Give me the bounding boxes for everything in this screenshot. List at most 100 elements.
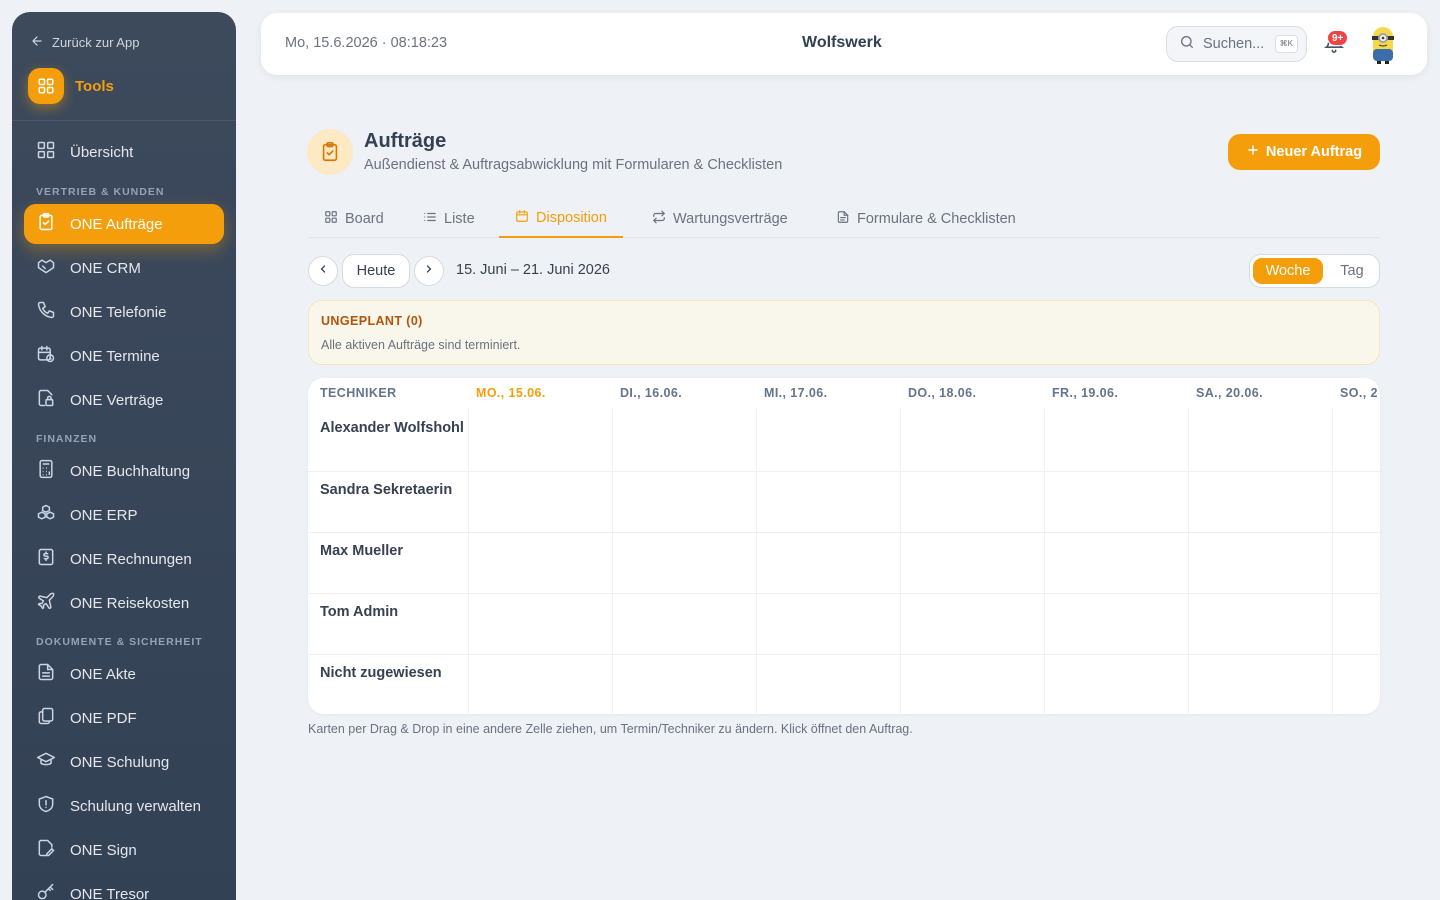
tools-header[interactable]: Tools xyxy=(28,68,114,104)
next-week-button[interactable] xyxy=(414,256,444,286)
tab-label: Disposition xyxy=(536,210,607,226)
drag-drop-hint: Karten per Drag & Drop in eine andere Ze… xyxy=(308,722,913,736)
tab-bar: Board Liste Disposition Wartungsverträge… xyxy=(308,200,1380,238)
schedule-cell[interactable] xyxy=(756,655,900,714)
schedule-cell[interactable] xyxy=(900,472,1044,533)
schedule-cell[interactable] xyxy=(756,472,900,533)
schedule-cell[interactable] xyxy=(1044,533,1188,594)
clipboard-check-icon xyxy=(307,129,353,175)
grid-icon xyxy=(324,210,338,228)
schedule-cell[interactable] xyxy=(612,655,756,714)
sidebar-item-contracts[interactable]: ONE Verträge xyxy=(24,380,224,420)
sidebar-item-travel-expenses[interactable]: ONE Reisekosten xyxy=(24,583,224,623)
sidebar-item-telephony[interactable]: ONE Telefonie xyxy=(24,292,224,332)
chevron-right-icon xyxy=(423,262,435,280)
technician-name: Alexander Wolfshohl xyxy=(320,420,464,436)
unplanned-title: UNGEPLANT (0) xyxy=(321,314,423,328)
file-lock-icon xyxy=(36,388,56,412)
schedule-cell[interactable] xyxy=(756,533,900,594)
avatar[interactable] xyxy=(1363,23,1403,65)
schedule-cell[interactable] xyxy=(900,655,1044,714)
sidebar-item-orders[interactable]: ONE Aufträge xyxy=(24,204,224,244)
schedule-cell[interactable] xyxy=(468,472,612,533)
schedule-cell[interactable] xyxy=(900,594,1044,655)
boxes-icon xyxy=(36,503,56,527)
view-day-button[interactable]: Tag xyxy=(1330,258,1374,284)
sidebar-item-label: ONE Sign xyxy=(70,841,137,859)
schedule-cell[interactable] xyxy=(612,594,756,655)
sidebar-item-crm[interactable]: ONE CRM xyxy=(24,248,224,288)
technician-row: Sandra Sekretaerin xyxy=(308,471,1380,533)
sidebar-item-manage-training[interactable]: Schulung verwalten xyxy=(24,786,224,826)
sidebar-item-erp[interactable]: ONE ERP xyxy=(24,495,224,535)
sidebar-item-records[interactable]: ONE Akte xyxy=(24,654,224,694)
view-week-button[interactable]: Woche xyxy=(1253,258,1323,284)
schedule-cell[interactable] xyxy=(1044,410,1188,471)
technician-row: Tom Admin xyxy=(308,593,1380,655)
schedule-cell[interactable] xyxy=(1188,472,1332,533)
schedule-cell[interactable] xyxy=(1044,594,1188,655)
view-toggle: Woche Tag xyxy=(1249,254,1380,288)
sidebar-item-invoices[interactable]: ONE Rechnungen xyxy=(24,539,224,579)
sidebar-item-pdf[interactable]: ONE PDF xyxy=(24,698,224,738)
schedule-cell[interactable] xyxy=(468,533,612,594)
schedule-cell[interactable] xyxy=(1044,472,1188,533)
column-header-day: MO., 15.06. xyxy=(476,386,546,400)
tab-disposition[interactable]: Disposition xyxy=(499,200,623,238)
sidebar-item-sign[interactable]: ONE Sign xyxy=(24,830,224,870)
page-subtitle: Außendienst & Auftragsabwicklung mit For… xyxy=(364,157,783,173)
schedule-cell[interactable] xyxy=(1188,410,1332,471)
notification-badge: 9+ xyxy=(1327,30,1349,46)
sidebar-item-vault[interactable]: ONE Tresor xyxy=(24,874,224,900)
schedule-cell[interactable] xyxy=(1188,655,1332,714)
search-input[interactable]: Suchen... ⌘K xyxy=(1166,26,1307,62)
schedule-cell[interactable] xyxy=(900,410,1044,471)
today-button[interactable]: Heute xyxy=(342,254,410,288)
grid-icon xyxy=(28,68,64,104)
sidebar-divider xyxy=(12,120,236,121)
sidebar-item-label: Schulung verwalten xyxy=(70,797,201,815)
schedule-cell[interactable] xyxy=(1332,472,1380,533)
schedule-cell[interactable] xyxy=(900,533,1044,594)
schedule-cell[interactable] xyxy=(468,594,612,655)
schedule-cell[interactable] xyxy=(1332,655,1380,714)
tools-label: Tools xyxy=(75,77,114,95)
schedule-cell[interactable] xyxy=(1332,533,1380,594)
schedule-cell[interactable] xyxy=(1188,594,1332,655)
sidebar-item-label: ONE Schulung xyxy=(70,753,170,771)
technician-row: Max Mueller xyxy=(308,532,1380,594)
repeat-icon xyxy=(652,210,666,228)
tab-board[interactable]: Board xyxy=(324,200,384,238)
sidebar-item-training[interactable]: ONE Schulung xyxy=(24,742,224,782)
tab-maintenance-contracts[interactable]: Wartungsverträge xyxy=(652,200,788,238)
tab-label: Formulare & Checklisten xyxy=(857,211,1016,227)
unplanned-panel: UNGEPLANT (0) Alle aktiven Aufträge sind… xyxy=(308,300,1380,365)
new-order-button[interactable]: Neuer Auftrag xyxy=(1228,134,1380,170)
new-order-label: Neuer Auftrag xyxy=(1265,144,1363,160)
unplanned-text: Alle aktiven Aufträge sind terminiert. xyxy=(321,338,521,352)
tab-forms-checklists[interactable]: Formulare & Checklisten xyxy=(836,200,1016,238)
sidebar-item-label: ONE CRM xyxy=(70,259,141,277)
section-label-documents: DOKUMENTE & SICHERHEIT xyxy=(36,636,203,648)
schedule-cell[interactable] xyxy=(612,533,756,594)
schedule-cell[interactable] xyxy=(1188,533,1332,594)
schedule-cell[interactable] xyxy=(1044,655,1188,714)
schedule-cell[interactable] xyxy=(612,472,756,533)
schedule-cell[interactable] xyxy=(612,410,756,471)
schedule-cell[interactable] xyxy=(756,594,900,655)
calendar-icon xyxy=(515,209,529,227)
schedule-cell[interactable] xyxy=(1332,410,1380,471)
arrow-left-icon xyxy=(30,34,44,51)
tab-label: Liste xyxy=(444,211,475,227)
sidebar-item-overview[interactable]: Übersicht xyxy=(24,132,224,172)
schedule-cell[interactable] xyxy=(756,410,900,471)
sidebar-item-appointments[interactable]: ONE Termine xyxy=(24,336,224,376)
schedule-cell[interactable] xyxy=(468,655,612,714)
sidebar-item-accounting[interactable]: ONE Buchhaltung xyxy=(24,451,224,491)
previous-week-button[interactable] xyxy=(308,256,338,286)
back-to-app-link[interactable]: Zurück zur App xyxy=(30,32,139,52)
sidebar-item-label: ONE Rechnungen xyxy=(70,550,192,568)
schedule-cell[interactable] xyxy=(1332,594,1380,655)
schedule-cell[interactable] xyxy=(468,410,612,471)
tab-list[interactable]: Liste xyxy=(423,200,475,238)
